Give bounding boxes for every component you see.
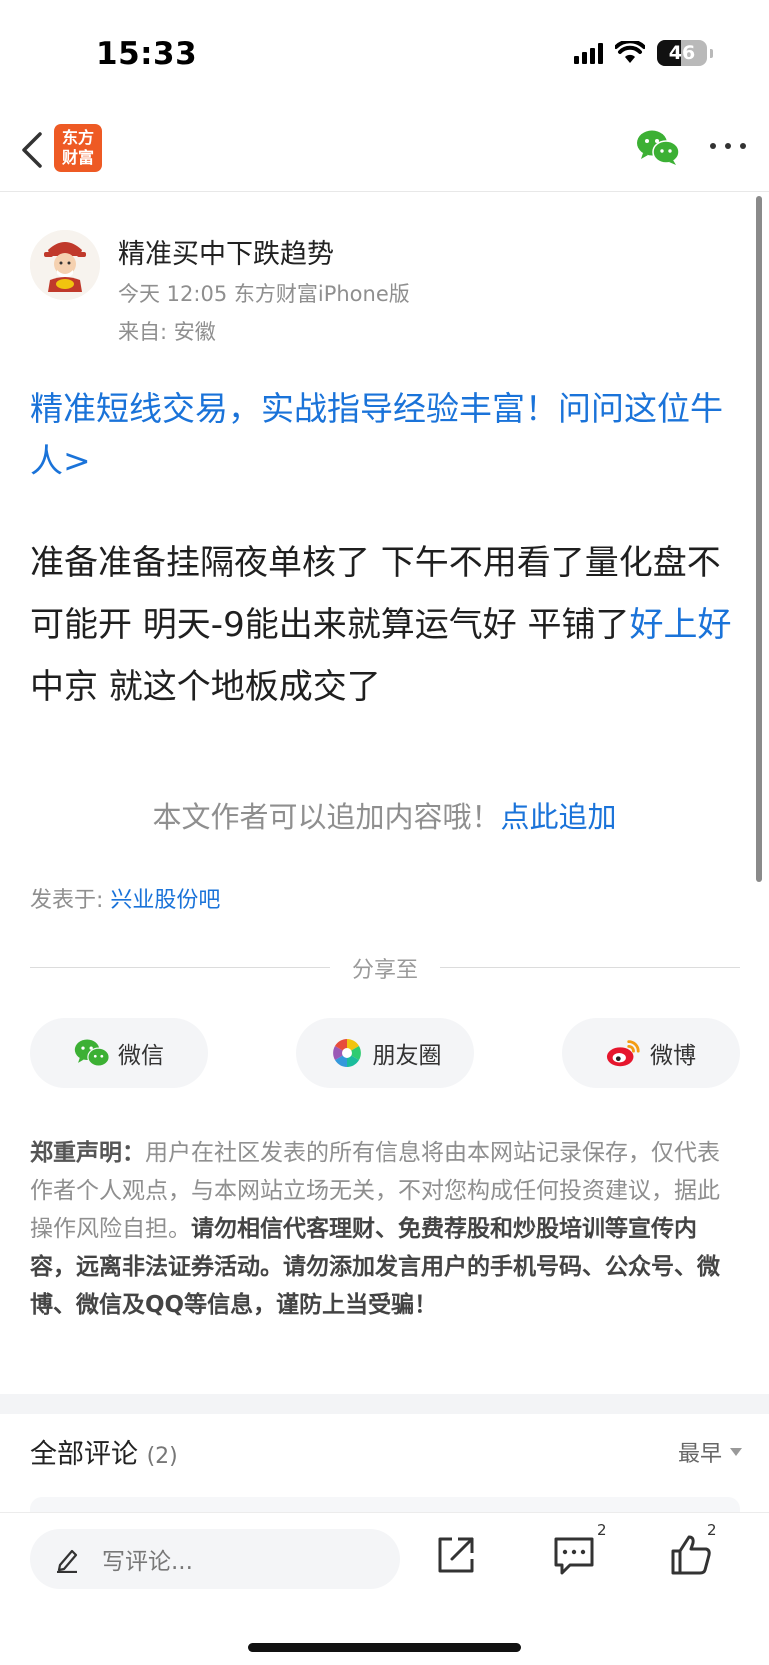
like-count-badge: 2 [707,1521,717,1539]
section-divider [0,1394,769,1414]
post-body: 准备准备挂隔夜单核了 下午不用看了量化盘不可能开 明天-9能出来就算运气好 平铺… [30,532,742,718]
sort-label: 最早 [677,1442,722,1467]
disclaimer: 郑重声明：用户在社区发表的所有信息将由本网站记录保存，仅代表作者个人观点，与本网… [30,1134,742,1324]
share-divider: 分享至 [30,952,740,983]
append-hint-text: 本文作者可以追加内容哦！ [152,800,501,834]
stock-bar-link[interactable]: 兴业股份吧 [110,888,220,913]
weibo-icon [606,1040,640,1067]
more-icon[interactable] [710,140,746,152]
sort-dropdown[interactable]: 最早 [678,1436,742,1468]
battery-icon: 46 [657,40,713,66]
share-wechat-label: 微信 [118,1043,164,1069]
post-title[interactable]: 精准买中下跌趋势 [118,232,334,271]
post-body-text-2: 中京 就这个地板成交了 [30,667,381,707]
post-author-header: 精准买中下跌趋势 今天 12:05 东方财富iPhone版 来自: 安徽 [30,228,730,348]
share-weibo-button[interactable]: 微博 [562,1018,740,1088]
pencil-icon [57,1549,78,1573]
scroll-indicator[interactable] [756,196,762,882]
posted-in-label: 发表于: [30,888,111,913]
share-moments-button[interactable]: 朋友圈 [296,1018,474,1088]
comment-icon[interactable] [552,1533,596,1577]
status-icons: 46 [574,40,713,66]
posted-in: 发表于: 兴业股份吧 [30,882,220,914]
like-icon[interactable] [669,1533,713,1577]
disclaimer-head: 郑重声明： [30,1140,145,1166]
comment-input[interactable]: 写评论... [30,1529,400,1589]
append-hint: 本文作者可以追加内容哦！点此追加 [0,794,769,836]
comments-header: 全部评论 (2) 最早 [30,1432,742,1472]
caret-down-icon [730,1448,742,1456]
logo-text-line2: 财富 [61,148,94,167]
cellular-signal-icon [574,42,603,64]
comments-count: (2) [146,1444,178,1469]
share-icon[interactable] [434,1533,478,1577]
wechat-icon[interactable] [636,128,680,166]
comments-title-text: 全部评论 [30,1439,138,1470]
share-weibo-label: 微博 [650,1043,696,1069]
stock-link[interactable]: 好上好 [630,605,732,645]
status-bar: 15:33 46 [0,0,769,110]
comment-input-placeholder: 写评论... [102,1549,193,1575]
promo-link[interactable]: 精准短线交易，实战指导经验丰富！问问这位牛人> [30,383,742,487]
post-body-text: 准备准备挂隔夜单核了 下午不用看了量化盘不可能开 明天-9能出来就算运气好 平铺… [30,543,721,645]
moments-icon [332,1039,361,1067]
share-moments-label: 朋友圈 [372,1043,442,1069]
wechat-icon [74,1039,110,1067]
share-wechat-button[interactable]: 微信 [30,1018,208,1088]
post-meta: 今天 12:05 东方财富iPhone版 [118,282,410,306]
back-arrow-icon[interactable] [18,128,48,172]
append-link[interactable]: 点此追加 [501,800,617,834]
avatar[interactable] [30,230,100,300]
comment-count-badge: 2 [597,1521,607,1539]
comments-title: 全部评论 (2) [30,1432,178,1471]
home-indicator [248,1643,521,1652]
nav-bar: 东方 财富 [0,110,769,192]
share-label: 分享至 [351,958,418,983]
status-time: 15:33 [96,36,198,72]
wifi-icon [615,41,645,63]
battery-level: 46 [668,42,696,64]
app-logo[interactable]: 东方 财富 [54,124,102,172]
post-location: 来自: 安徽 [118,320,216,344]
bottom-action-bar: 写评论... 2 2 [0,1512,769,1665]
logo-text-line1: 东方 [61,128,94,147]
